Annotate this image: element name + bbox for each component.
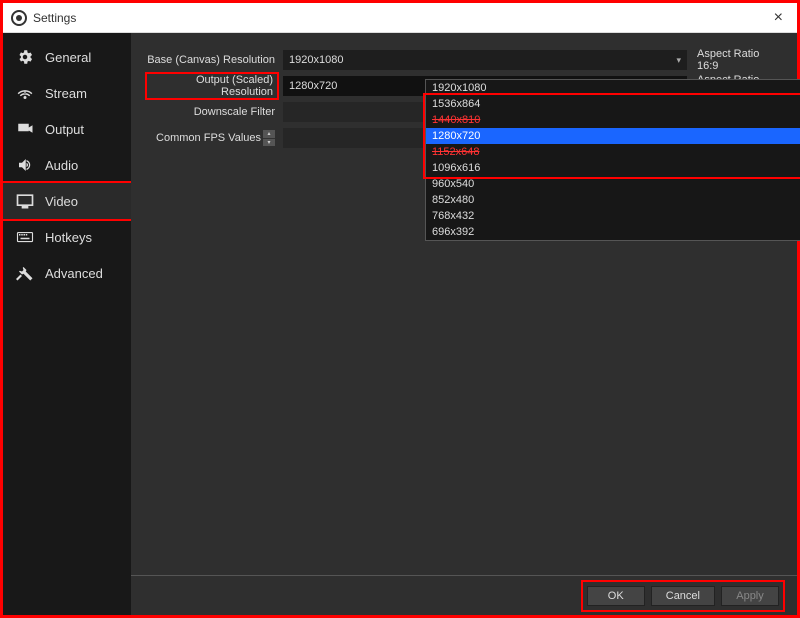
chevron-down-icon: ▾ — [676, 50, 681, 70]
stream-icon — [15, 83, 35, 103]
app-icon — [11, 10, 27, 26]
fps-mode-spinner[interactable]: ▴▾ — [263, 130, 275, 146]
sidebar-item-label: General — [45, 50, 91, 65]
dropdown-option[interactable]: 960x540 — [426, 176, 800, 192]
sidebar-item-advanced[interactable]: Advanced — [3, 255, 131, 291]
dropdown-option[interactable]: 768x432 — [426, 208, 800, 224]
sidebar-item-hotkeys[interactable]: Hotkeys — [3, 219, 131, 255]
sidebar-item-output[interactable]: Output — [3, 111, 131, 147]
dropdown-option[interactable]: 1096x616 — [426, 160, 800, 176]
base-resolution-value: 1920x1080 — [289, 50, 343, 70]
dropdown-option[interactable]: 1920x1080 — [426, 80, 800, 96]
sidebar-item-video[interactable]: Video — [3, 183, 131, 219]
output-resolution-label: Output (Scaled) Resolution — [145, 72, 279, 100]
dropdown-option[interactable]: 696x392 — [426, 224, 800, 240]
dropdown-option[interactable]: 1152x648 — [426, 144, 800, 160]
sidebar-item-general[interactable]: General — [3, 39, 131, 75]
sidebar-item-label: Audio — [45, 158, 78, 173]
advanced-icon — [15, 263, 35, 283]
base-resolution-field[interactable]: 1920x1080 ▾ — [283, 50, 687, 70]
titlebar: Settings × — [3, 3, 797, 33]
output-icon — [15, 119, 35, 139]
cancel-button[interactable]: Cancel — [651, 586, 715, 606]
dropdown-option[interactable]: 1440x810 — [426, 112, 800, 128]
apply-button[interactable]: Apply — [721, 586, 779, 606]
aspect-ratio-1: Aspect Ratio 16:9 — [691, 48, 783, 72]
dropdown-option[interactable]: 1536x864 — [426, 96, 800, 112]
hotkeys-icon — [15, 227, 35, 247]
sidebar-item-label: Video — [45, 194, 78, 209]
sidebar: General Stream Output Audio Video — [3, 33, 131, 615]
dropdown-option[interactable]: 1280x720 — [426, 128, 800, 144]
audio-icon — [15, 155, 35, 175]
gear-icon — [15, 47, 35, 67]
sidebar-item-label: Hotkeys — [45, 230, 92, 245]
resolution-dropdown[interactable]: 1920x10801536x8641440x8101280x7201152x64… — [425, 79, 800, 241]
sidebar-item-stream[interactable]: Stream — [3, 75, 131, 111]
footer: OK Cancel Apply — [131, 575, 797, 615]
dropdown-option[interactable]: 852x480 — [426, 192, 800, 208]
close-icon[interactable]: × — [768, 9, 789, 27]
sidebar-item-label: Advanced — [45, 266, 103, 281]
base-resolution-label: Base (Canvas) Resolution — [145, 54, 279, 66]
downscale-filter-label: Downscale Filter — [145, 106, 279, 118]
output-resolution-value: 1280x720 — [289, 76, 337, 96]
window-title: Settings — [33, 11, 76, 25]
sidebar-item-label: Output — [45, 122, 84, 137]
sidebar-item-label: Stream — [45, 86, 87, 101]
content-panel: Base (Canvas) Resolution 1920x1080 ▾ Asp… — [131, 33, 797, 615]
sidebar-item-audio[interactable]: Audio — [3, 147, 131, 183]
fps-label: Common FPS Values — [156, 132, 261, 144]
ok-button[interactable]: OK — [587, 586, 645, 606]
video-icon — [15, 191, 35, 211]
